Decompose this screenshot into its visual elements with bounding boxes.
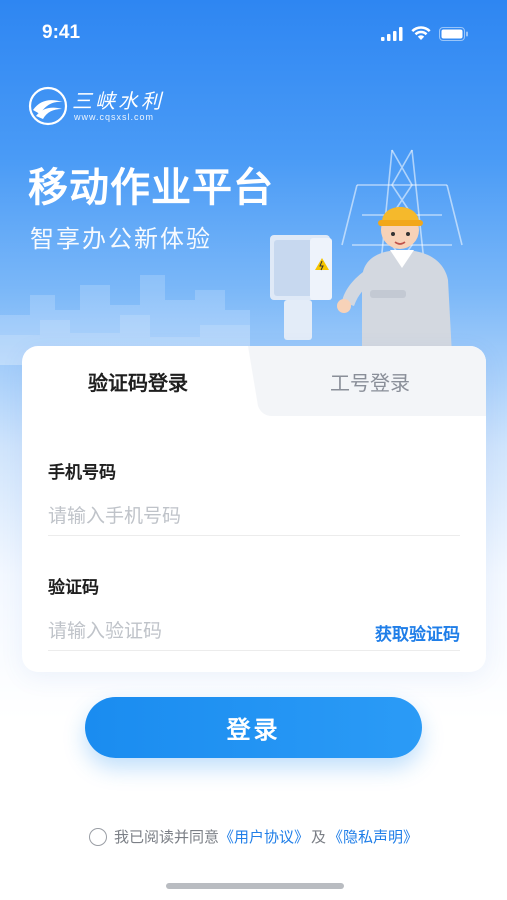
phone-input[interactable] bbox=[48, 496, 460, 536]
privacy-link[interactable]: 《隐私声明》 bbox=[328, 826, 418, 847]
tab-employee-login[interactable]: 工号登录 bbox=[254, 346, 486, 416]
status-bar: 9:41 bbox=[0, 0, 507, 68]
brand-text: 三峡水利 www.cqsxsl.com bbox=[72, 90, 164, 122]
agreement-row: 我已阅读并同意 《用户协议》 及 《隐私声明》 bbox=[0, 826, 507, 847]
code-label: 验证码 bbox=[48, 578, 99, 598]
login-button[interactable]: 登录 bbox=[85, 697, 422, 758]
wifi-icon bbox=[411, 26, 431, 40]
brand-logo: 三峡水利 www.cqsxsl.com bbox=[28, 86, 164, 126]
user-agreement-link[interactable]: 《用户协议》 bbox=[219, 826, 309, 847]
phone-label: 手机号码 bbox=[48, 463, 116, 483]
signal-icon bbox=[381, 26, 403, 41]
brand-name: 三峡水利 bbox=[72, 89, 164, 113]
agreement-prefix: 我已阅读并同意 bbox=[113, 828, 219, 846]
battery-icon bbox=[439, 26, 468, 41]
agreement-checkbox[interactable] bbox=[88, 827, 107, 846]
home-indicator bbox=[166, 883, 344, 889]
brand-url: www.cqsxsl.com bbox=[74, 112, 155, 122]
status-time: 9:41 bbox=[42, 22, 81, 43]
agreement-joiner: 及 bbox=[311, 828, 327, 846]
login-tabs: 验证码登录 工号登录 bbox=[22, 346, 486, 416]
get-code-button[interactable]: 获取验证码 bbox=[375, 620, 460, 645]
status-icons bbox=[381, 26, 469, 41]
page-title: 移动作业平台 bbox=[28, 165, 274, 211]
worker-illustration bbox=[270, 149, 463, 355]
wave-logo-icon bbox=[28, 86, 68, 126]
tab-code-login[interactable]: 验证码登录 bbox=[22, 346, 254, 416]
login-card: 验证码登录 工号登录 手机号码 验证码 获取验证码 bbox=[22, 346, 486, 672]
page-subtitle: 智享办公新体验 bbox=[30, 225, 212, 253]
